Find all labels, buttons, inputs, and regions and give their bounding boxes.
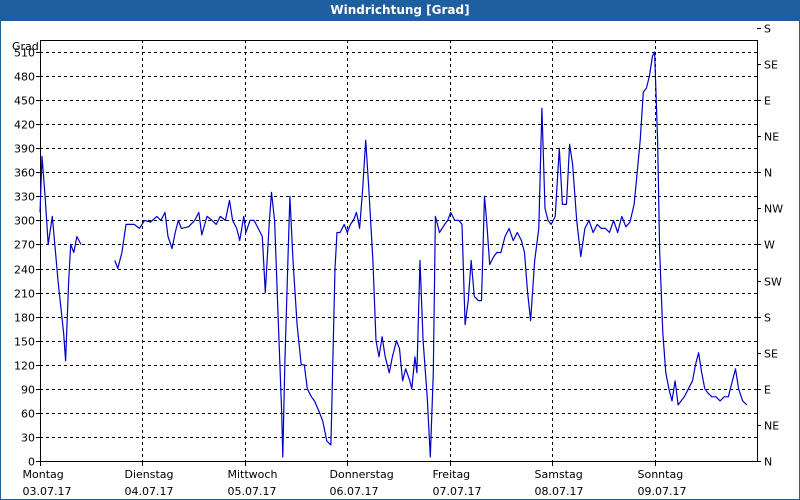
- y-tick-label: 270: [14, 239, 35, 252]
- y-tick-label: 360: [14, 167, 35, 180]
- x-date-label: 07.07.17: [433, 485, 482, 498]
- y-tick-label: 480: [14, 71, 35, 84]
- x-date-label: 09.07.17: [638, 485, 687, 498]
- right-tick-label: SE: [764, 59, 778, 72]
- x-date-label: 08.07.17: [535, 485, 584, 498]
- x-date-label: 06.07.17: [330, 485, 379, 498]
- y-tick-label: 150: [14, 336, 35, 349]
- y-tick-label: 60: [21, 408, 35, 421]
- x-day-label: Freitag: [433, 468, 471, 481]
- y-tick-label: 300: [14, 215, 35, 228]
- right-tick-label: E: [764, 384, 771, 397]
- right-tick-label: N: [764, 456, 772, 469]
- y-tick-label: 90: [21, 384, 35, 397]
- y-tick-label: 420: [14, 119, 35, 132]
- right-tick-label: NW: [764, 203, 783, 216]
- x-date-label: 03.07.17: [23, 485, 72, 498]
- y-tick-label: 120: [14, 360, 35, 373]
- plot-area-border: [40, 40, 758, 462]
- x-day-label: Sonntag: [638, 468, 684, 481]
- y-tick-label: 330: [14, 191, 35, 204]
- x-date-label: 05.07.17: [228, 485, 277, 498]
- right-tick-label: SW: [764, 276, 782, 289]
- x-day-label: Mittwoch: [228, 468, 278, 481]
- wind-direction-chart: 0 30 60 90 120 150 180 210 240 270 300 330 360 390 420…: [12, 23, 783, 499]
- x-date-label: 04.07.17: [125, 485, 174, 498]
- y-tick-label: 240: [14, 264, 35, 277]
- x-day-label: Montag: [23, 468, 64, 481]
- y-tick-label: 180: [14, 312, 35, 325]
- right-tick-label: E: [764, 95, 771, 108]
- right-tick-label: SE: [764, 348, 778, 361]
- right-tick-label: W: [764, 239, 775, 252]
- x-day-label: Samstag: [535, 468, 583, 481]
- y-tick-label: 450: [14, 95, 35, 108]
- right-tick-label: NE: [764, 131, 779, 144]
- right-tick-label: N: [764, 167, 772, 180]
- right-tick-label: NE: [764, 420, 779, 433]
- series-line: [114, 51, 748, 458]
- y-tick-label: 210: [14, 288, 35, 301]
- y-tick-label: 390: [14, 143, 35, 156]
- x-day-label: Donnerstag: [330, 468, 394, 481]
- series-line: [39, 155, 82, 362]
- x-day-label: Dienstag: [125, 468, 174, 481]
- y-tick-label: 0: [28, 456, 35, 469]
- right-tick-label: S: [764, 312, 771, 325]
- y-axis-label: Grad: [12, 40, 39, 53]
- right-tick-label: S: [764, 23, 771, 36]
- y-tick-label: 30: [21, 432, 35, 445]
